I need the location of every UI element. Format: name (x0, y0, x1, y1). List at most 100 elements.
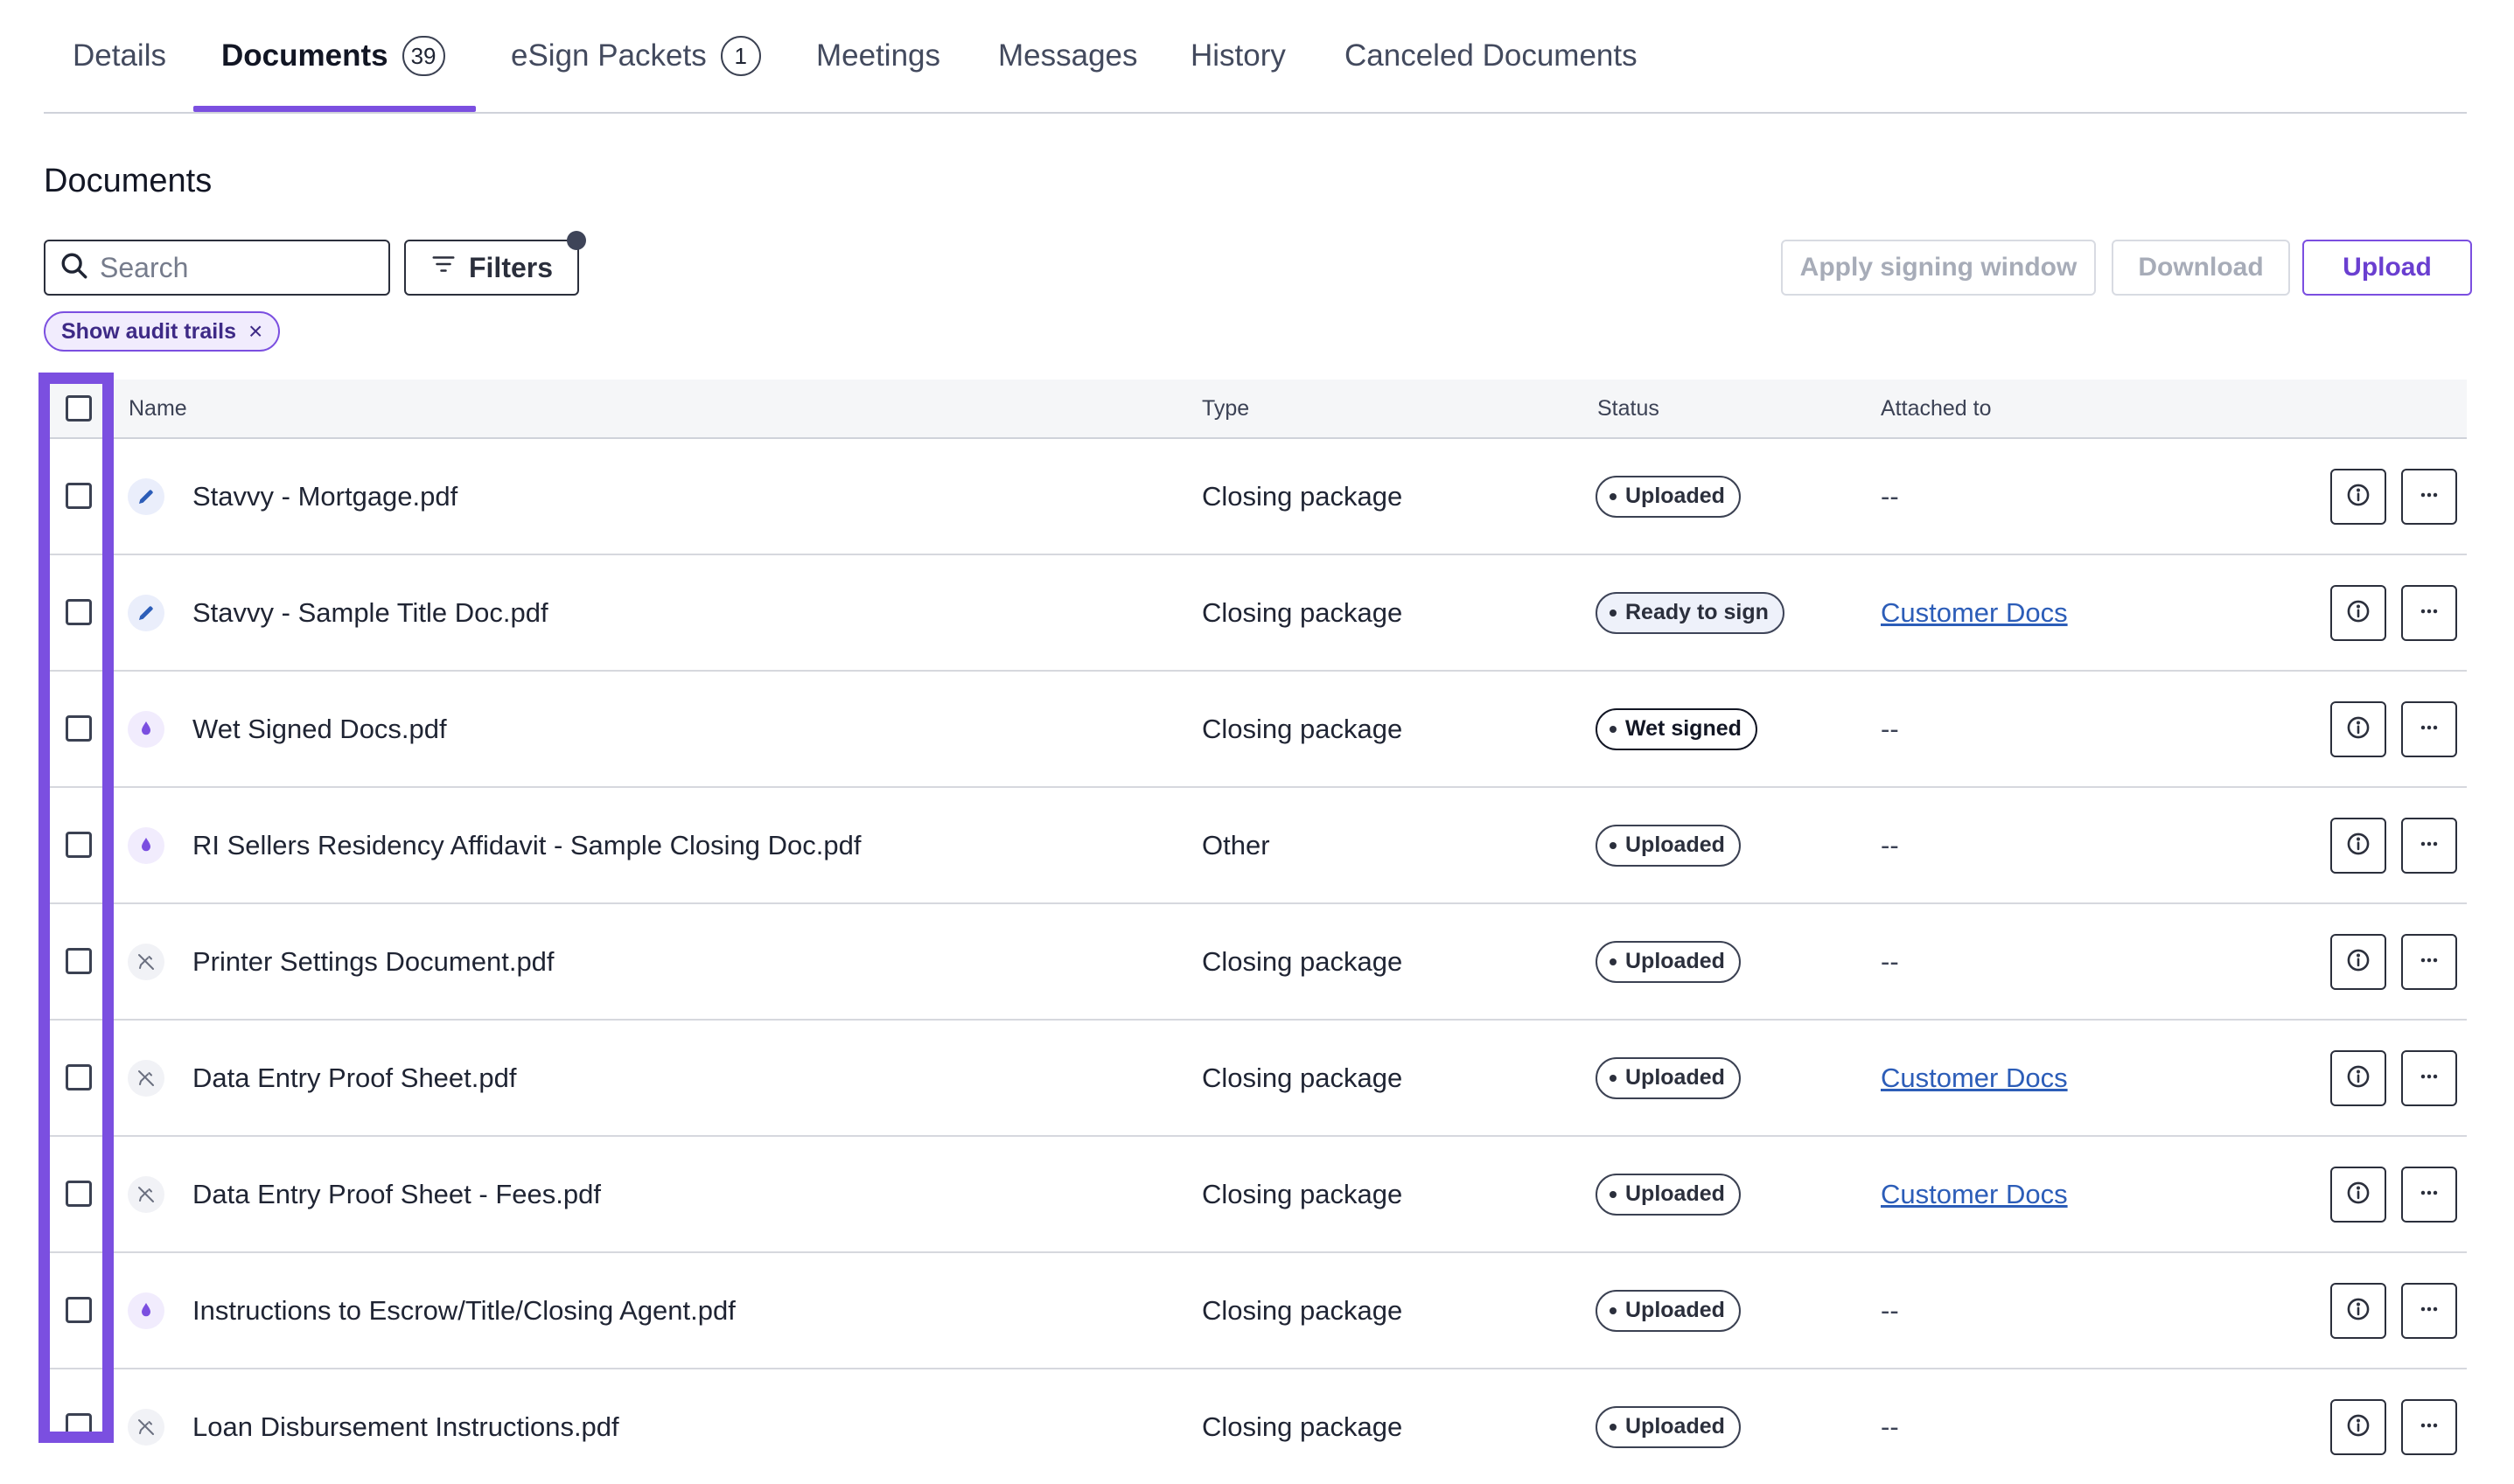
row-checkbox[interactable] (66, 715, 92, 742)
document-name[interactable]: Data Entry Proof Sheet - Fees.pdf (192, 1137, 601, 1251)
row-checkbox[interactable] (66, 1181, 92, 1207)
document-type: Closing package (1202, 1411, 1403, 1442)
column-header-type[interactable]: Type (1202, 380, 1249, 437)
chip-close-icon[interactable]: × (248, 317, 262, 345)
pen-icon (128, 478, 164, 515)
row-checkbox[interactable] (66, 832, 92, 858)
document-type: Closing package (1202, 945, 1403, 977)
info-button[interactable] (2330, 1399, 2386, 1455)
active-tab-indicator (193, 106, 476, 112)
more-actions-button[interactable] (2401, 1167, 2457, 1223)
tab-bar: Details Documents 39 eSign Packets 1 Mee… (44, 0, 2467, 114)
table-row[interactable]: RI Sellers Residency Affidavit - Sample … (44, 788, 2467, 904)
more-actions-button[interactable] (2401, 934, 2457, 990)
no-signature-icon (128, 1060, 164, 1097)
attached-to-cell: Customer Docs (1881, 1021, 2068, 1135)
attached-to-link[interactable]: Customer Docs (1881, 1179, 2068, 1210)
info-button[interactable] (2330, 818, 2386, 874)
document-name[interactable]: RI Sellers Residency Affidavit - Sample … (192, 788, 861, 902)
info-button[interactable] (2330, 469, 2386, 525)
column-header-status[interactable]: Status (1597, 380, 1659, 437)
more-actions-button[interactable] (2401, 701, 2457, 757)
search-field[interactable] (44, 240, 390, 296)
attached-to-cell: Customer Docs (1881, 555, 2068, 670)
attached-to-cell: -- (1881, 439, 1899, 554)
apply-signing-window-button[interactable]: Apply signing window (1781, 240, 2096, 296)
info-button[interactable] (2330, 585, 2386, 641)
ink-drop-icon (128, 1292, 164, 1329)
chip-label: Show audit trails (61, 318, 237, 344)
info-icon (2346, 1181, 2371, 1209)
more-actions-button[interactable] (2401, 818, 2457, 874)
page-title: Documents (44, 163, 213, 199)
column-header-name[interactable]: Name (129, 380, 187, 437)
show-audit-trails-chip[interactable]: Show audit trails × (44, 311, 281, 352)
table-body: Stavvy - Mortgage.pdf Closing package Up… (44, 439, 2467, 1484)
column-header-attached-to[interactable]: Attached to (1881, 380, 1991, 437)
tab-esign-packets[interactable]: eSign Packets 1 (511, 0, 761, 112)
tab-documents[interactable]: Documents 39 (221, 0, 445, 112)
tab-label: Messages (998, 38, 1138, 73)
info-button[interactable] (2330, 1050, 2386, 1106)
document-name[interactable]: Stavvy - Sample Title Doc.pdf (192, 555, 548, 670)
info-button[interactable] (2330, 1167, 2386, 1223)
more-actions-button[interactable] (2401, 1283, 2457, 1339)
button-label: Apply signing window (1799, 253, 2078, 282)
row-checkbox[interactable] (66, 948, 92, 974)
attached-to-link[interactable]: Customer Docs (1881, 1062, 2068, 1094)
table-row[interactable]: Stavvy - Mortgage.pdf Closing package Up… (44, 439, 2467, 555)
row-checkbox[interactable] (66, 599, 92, 625)
table-row[interactable]: Wet Signed Docs.pdf Closing package Wet … (44, 672, 2467, 788)
info-button[interactable] (2330, 934, 2386, 990)
attached-to: -- (1881, 1294, 1899, 1326)
document-type: Closing package (1202, 1294, 1403, 1326)
table-row[interactable]: Stavvy - Sample Title Doc.pdf Closing pa… (44, 555, 2467, 672)
status-cell: Uploaded (1596, 439, 1741, 554)
document-type: Closing package (1202, 713, 1403, 744)
select-all-checkbox[interactable] (66, 395, 92, 422)
more-actions-button[interactable] (2401, 1050, 2457, 1106)
document-name[interactable]: Data Entry Proof Sheet.pdf (192, 1021, 517, 1135)
attached-to: -- (1881, 945, 1899, 977)
table-row[interactable]: Instructions to Escrow/Title/Closing Age… (44, 1253, 2467, 1369)
document-name[interactable]: Stavvy - Mortgage.pdf (192, 439, 457, 554)
info-button[interactable] (2330, 1283, 2386, 1339)
table-row[interactable]: Data Entry Proof Sheet.pdf Closing packa… (44, 1021, 2467, 1137)
more-actions-button[interactable] (2401, 1399, 2457, 1455)
more-actions-button[interactable] (2401, 469, 2457, 525)
more-horizontal-icon (2417, 1297, 2441, 1326)
status-badge: Uploaded (1596, 1056, 1741, 1099)
document-name[interactable]: Printer Settings Document.pdf (192, 904, 555, 1019)
search-input[interactable] (98, 250, 381, 285)
attached-to-link[interactable]: Customer Docs (1881, 597, 2068, 629)
more-horizontal-icon (2417, 1064, 2441, 1093)
tab-details[interactable]: Details (73, 0, 166, 112)
documents-table: Name Type Status Attached to Stavvy - Mo… (44, 380, 2467, 1484)
upload-button[interactable]: Upload (2302, 240, 2472, 296)
row-checkbox[interactable] (66, 1413, 92, 1439)
document-name[interactable]: Wet Signed Docs.pdf (192, 672, 447, 786)
document-name[interactable]: Instructions to Escrow/Title/Closing Age… (192, 1253, 736, 1368)
tab-canceled-documents[interactable]: Canceled Documents (1344, 0, 1638, 112)
table-row[interactable]: Data Entry Proof Sheet - Fees.pdf Closin… (44, 1137, 2467, 1253)
tab-meetings[interactable]: Meetings (816, 0, 940, 112)
info-icon (2346, 599, 2371, 628)
info-icon (2346, 1064, 2371, 1093)
table-row[interactable]: Printer Settings Document.pdf Closing pa… (44, 904, 2467, 1021)
download-button[interactable]: Download (2112, 240, 2290, 296)
more-horizontal-icon (2417, 1181, 2441, 1209)
document-name[interactable]: Loan Disbursement Instructions.pdf (192, 1369, 619, 1484)
tab-messages[interactable]: Messages (998, 0, 1138, 112)
row-checkbox[interactable] (66, 1297, 92, 1323)
info-icon (2346, 832, 2371, 860)
table-row[interactable]: Loan Disbursement Instructions.pdf Closi… (44, 1369, 2467, 1484)
info-button[interactable] (2330, 701, 2386, 757)
more-actions-button[interactable] (2401, 585, 2457, 641)
filters-button[interactable]: Filters (404, 240, 579, 296)
pen-icon (128, 595, 164, 631)
tab-label: Canceled Documents (1344, 38, 1638, 73)
tab-history[interactable]: History (1191, 0, 1286, 112)
attached-to: -- (1881, 829, 1899, 860)
row-checkbox[interactable] (66, 483, 92, 509)
row-checkbox[interactable] (66, 1064, 92, 1090)
